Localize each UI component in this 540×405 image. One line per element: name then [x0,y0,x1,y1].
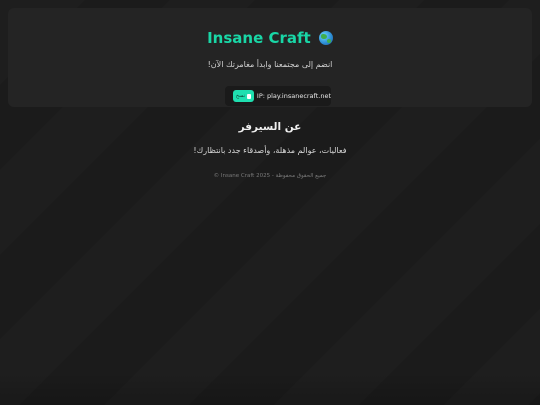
globe-icon [318,31,333,45]
hero-subtitle: انضم إلى مجتمعنا وابدأ مغامرتك الآن! [207,60,333,69]
copy-ip-button[interactable]: نسخ [233,90,254,102]
site-title-text: Insane Craft [207,29,311,47]
footer-copyright: © Insane Craft 2025 - جميع الحقوق محفوظة [213,173,327,179]
server-ip-text: IP: play.insanecraft.net [256,92,331,100]
site-title: Insane Craft [8,28,532,48]
about-text: فعاليات، عوالم مذهلة، وأصدقاء جدد بانتظا… [193,146,347,155]
hero-card: Insane Craft انضم إلى مجتمعنا وابدأ مغام… [8,8,532,107]
server-ip-box: نسخ IP: play.insanecraft.net [225,86,331,106]
about-title: عن السيرفر [238,121,302,133]
copy-button-label: نسخ [235,93,245,99]
copy-icon [247,93,251,99]
